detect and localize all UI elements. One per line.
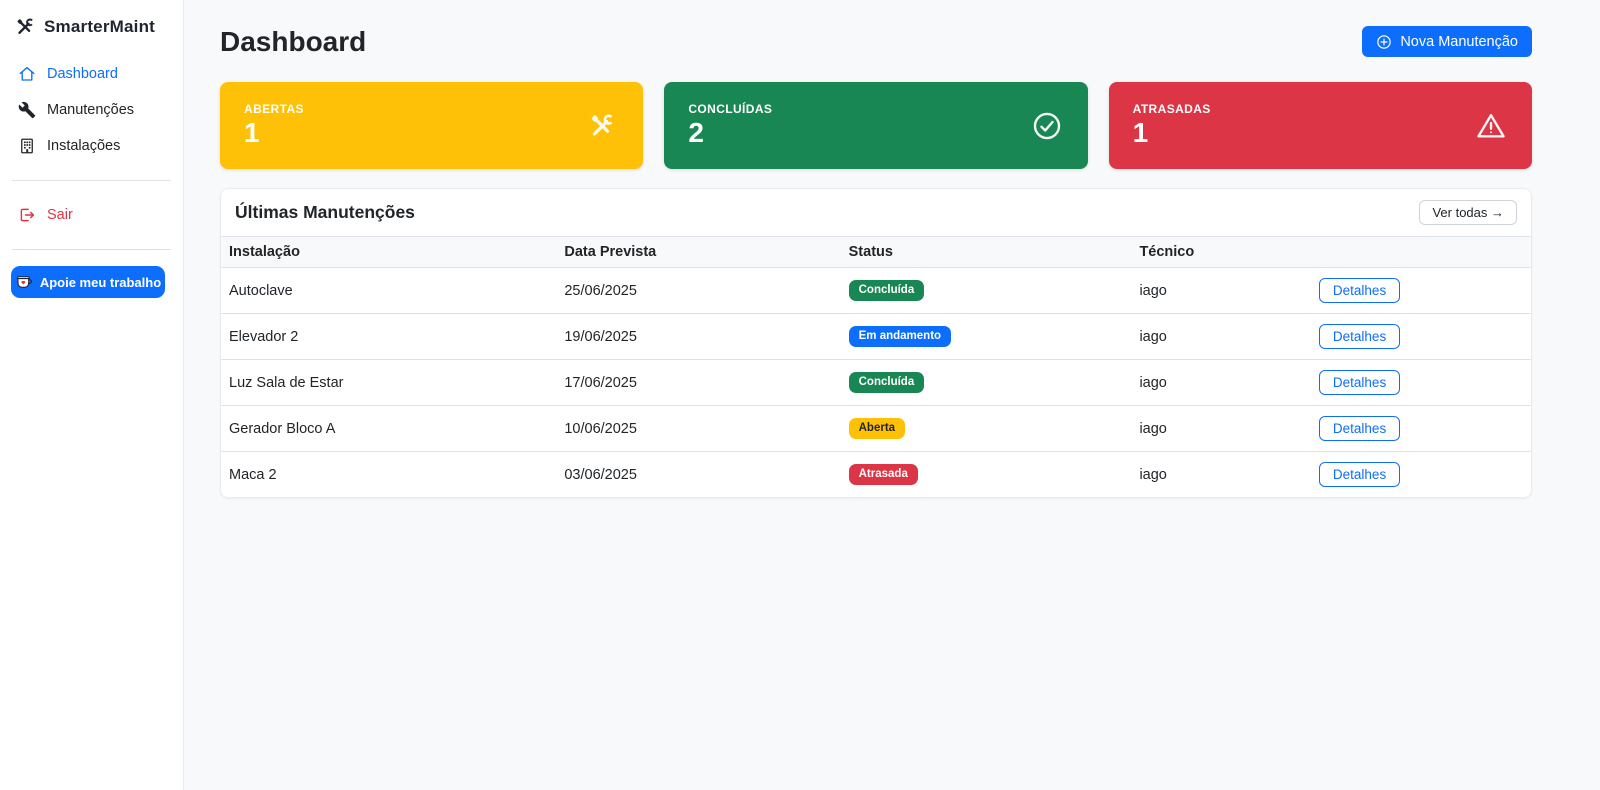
new-maintenance-label: Nova Manutenção: [1400, 34, 1518, 50]
divider: [12, 180, 171, 181]
cell-data-prevista: 03/06/2025: [556, 455, 840, 495]
page-title: Dashboard: [220, 26, 366, 58]
sidebar-item-label: Manutenções: [47, 102, 134, 118]
details-button[interactable]: Detalhes: [1319, 370, 1400, 395]
latest-maintenance-card: Últimas Manutenções Ver todas → Instalaç…: [220, 188, 1532, 498]
cell-actions: Detalhes: [1311, 268, 1531, 313]
cell-status: Aberta: [841, 408, 1132, 449]
status-badge: Concluída: [849, 280, 925, 301]
cell-instalacao: Luz Sala de Estar: [221, 363, 556, 403]
cell-data-prevista: 10/06/2025: [556, 409, 840, 449]
support-button-label: Apoie meu trabalho: [40, 275, 161, 290]
cell-data-prevista: 17/06/2025: [556, 363, 840, 403]
divider: [12, 249, 171, 250]
table-row: Autoclave 25/06/2025 Concluída iago Deta…: [221, 268, 1531, 314]
cell-data-prevista: 25/06/2025: [556, 271, 840, 311]
column-header-actions: [1311, 245, 1531, 259]
table-header-row: Instalação Data Prevista Status Técnico: [221, 236, 1531, 268]
stat-card: ATRASADAS 1: [1109, 82, 1532, 169]
sidebar-item-manutencoes[interactable]: Manutenções: [10, 92, 173, 128]
screwdriver-wrench-icon: [14, 16, 36, 38]
sidebar-item-label: Instalações: [47, 138, 120, 154]
cell-tecnico: iago: [1131, 455, 1310, 495]
table-row: Gerador Bloco A 10/06/2025 Aberta iago D…: [221, 406, 1531, 452]
cell-actions: Detalhes: [1311, 452, 1531, 497]
new-maintenance-button[interactable]: Nova Manutenção: [1362, 26, 1532, 57]
details-button[interactable]: Detalhes: [1319, 462, 1400, 487]
cell-actions: Detalhes: [1311, 314, 1531, 359]
stat-value: 1: [1133, 118, 1508, 149]
table-body: Autoclave 25/06/2025 Concluída iago Deta…: [221, 268, 1531, 497]
table-row: Maca 2 03/06/2025 Atrasada iago Detalhes: [221, 452, 1531, 497]
sidebar-item-label: Dashboard: [47, 66, 118, 82]
logout-icon: [18, 206, 36, 224]
cell-status: Em andamento: [841, 316, 1132, 357]
house-icon: [18, 65, 36, 83]
table-title: Últimas Manutenções: [235, 202, 415, 223]
cell-status: Concluída: [841, 362, 1132, 403]
brand: SmarterMaint: [10, 14, 173, 56]
sidebar-item-sair[interactable]: Sair: [10, 197, 173, 233]
column-header: Data Prevista: [556, 237, 840, 267]
sidebar-item-label: Sair: [47, 207, 73, 223]
support-button[interactable]: Apoie meu trabalho: [11, 266, 165, 298]
maintenance-table: Instalação Data Prevista Status Técnico …: [221, 236, 1531, 497]
status-badge: Atrasada: [849, 464, 918, 485]
stat-value: 2: [688, 118, 1063, 149]
cell-instalacao: Gerador Bloco A: [221, 409, 556, 449]
main-header: Dashboard Nova Manutenção: [220, 26, 1532, 58]
stat-value: 1: [244, 118, 619, 149]
coffee-cup-heart-icon: [15, 273, 33, 291]
cell-tecnico: iago: [1131, 409, 1310, 449]
table-card-header: Últimas Manutenções Ver todas →: [221, 189, 1531, 236]
check-circle-icon: [1032, 111, 1062, 141]
warning-triangle-icon: [1476, 111, 1506, 141]
brand-name: SmarterMaint: [44, 17, 155, 37]
details-button[interactable]: Detalhes: [1319, 416, 1400, 441]
status-badge: Em andamento: [849, 326, 951, 347]
stat-label: CONCLUÍDAS: [688, 102, 1063, 116]
sidebar: SmarterMaint Dashboard Manutenções: [0, 0, 184, 790]
stat-label: ABERTAS: [244, 102, 619, 116]
cell-instalacao: Maca 2: [221, 455, 556, 495]
status-badge: Aberta: [849, 418, 905, 439]
cell-instalacao: Autoclave: [221, 271, 556, 311]
cell-data-prevista: 19/06/2025: [556, 317, 840, 357]
stat-label: ATRASADAS: [1133, 102, 1508, 116]
stat-card: ABERTAS 1: [220, 82, 643, 169]
column-header: Técnico: [1131, 237, 1310, 267]
details-button[interactable]: Detalhes: [1319, 324, 1400, 349]
wrench-icon: [18, 101, 36, 119]
status-badge: Concluída: [849, 372, 925, 393]
cell-tecnico: iago: [1131, 363, 1310, 403]
cell-tecnico: iago: [1131, 271, 1310, 311]
cell-actions: Detalhes: [1311, 360, 1531, 405]
main-content: Dashboard Nova Manutenção ABERTAS 1 CONC…: [184, 0, 1600, 790]
building-icon: [18, 137, 36, 155]
cell-actions: Detalhes: [1311, 406, 1531, 451]
column-header: Status: [841, 237, 1132, 267]
plus-circle-icon: [1376, 34, 1392, 50]
screwdriver-wrench-icon: [587, 111, 617, 141]
table-row: Luz Sala de Estar 17/06/2025 Concluída i…: [221, 360, 1531, 406]
details-button[interactable]: Detalhes: [1319, 278, 1400, 303]
sidebar-item-dashboard[interactable]: Dashboard: [10, 56, 173, 92]
stat-cards: ABERTAS 1 CONCLUÍDAS 2 ATRASADAS 1: [220, 82, 1532, 169]
table-row: Elevador 2 19/06/2025 Em andamento iago …: [221, 314, 1531, 360]
stat-card: CONCLUÍDAS 2: [664, 82, 1087, 169]
view-all-button[interactable]: Ver todas →: [1419, 200, 1517, 225]
cell-tecnico: iago: [1131, 317, 1310, 357]
cell-status: Concluída: [841, 270, 1132, 311]
sidebar-item-instalacoes[interactable]: Instalações: [10, 128, 173, 164]
cell-status: Atrasada: [841, 454, 1132, 495]
column-header: Instalação: [221, 237, 556, 267]
cell-instalacao: Elevador 2: [221, 317, 556, 357]
